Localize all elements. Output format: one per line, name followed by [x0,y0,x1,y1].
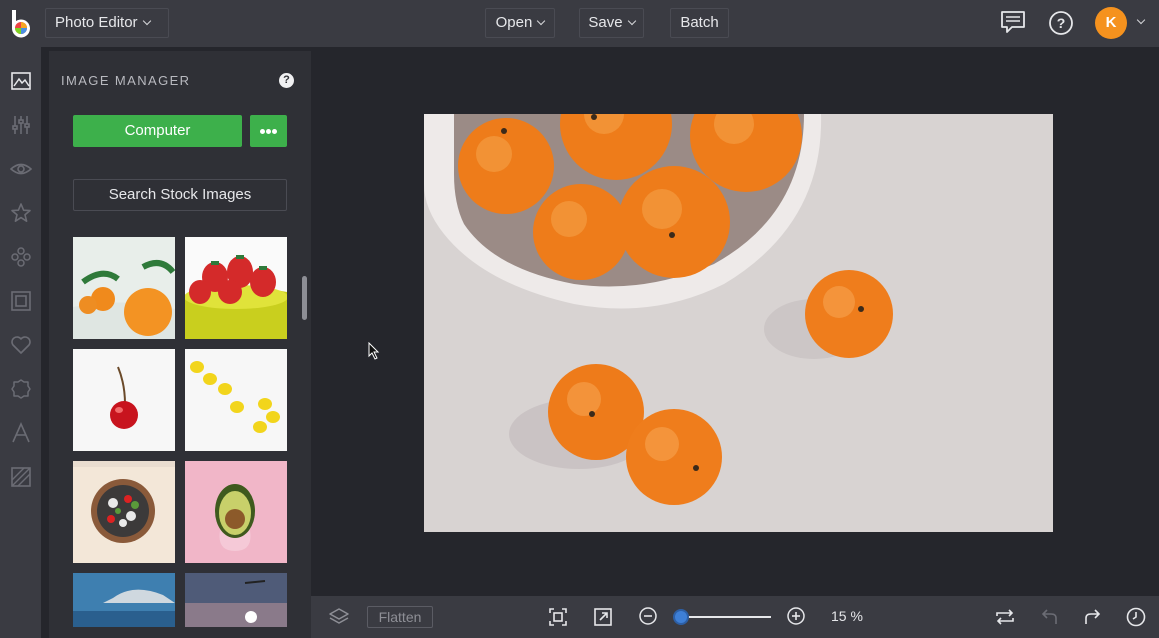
thumbnail-cherry[interactable] [73,349,175,451]
undo-icon[interactable] [1039,607,1059,627]
thumbnail-salad-bowl[interactable] [73,461,175,563]
flatten-button[interactable]: Flatten [367,606,433,628]
zoom-out-icon[interactable] [639,607,657,625]
zoom-slider-track[interactable] [681,616,771,618]
actual-size-icon[interactable] [593,607,613,627]
history-icon[interactable] [1126,607,1146,627]
zoom-slider-handle[interactable] [673,609,689,625]
swap-icon[interactable] [994,607,1016,627]
save-menu-button[interactable]: Save [579,8,644,38]
chevron-down-icon [142,16,151,26]
more-dot-icon [266,129,271,134]
more-dot-icon [260,129,265,134]
image-manager-panel: IMAGE MANAGER ? Computer Search Stock Im… [49,51,311,638]
texture-icon[interactable] [10,466,32,488]
zoom-level: 15 % [831,608,863,624]
open-menu-button[interactable]: Open [485,8,555,38]
svg-text:?: ? [1057,15,1066,31]
graphics-icon[interactable] [10,246,32,268]
thumbnail-street-lamp[interactable] [185,573,287,627]
text-icon[interactable] [10,422,32,444]
panel-title: IMAGE MANAGER [61,73,191,88]
thumbnail-lemons[interactable] [185,349,287,451]
open-label: Open [495,14,533,31]
mouse-cursor-icon [368,342,380,360]
canvas-image[interactable] [424,114,1053,532]
computer-upload-button[interactable]: Computer [73,115,242,147]
save-label: Save [588,14,623,31]
panel-scrollbar[interactable] [302,276,307,320]
frame-icon[interactable] [10,290,32,312]
thumbnail-avocado[interactable] [185,461,287,563]
avatar[interactable]: K [1095,7,1127,39]
redo-icon[interactable] [1083,607,1103,627]
more-dot-icon [272,129,277,134]
top-bar: Photo Editor Open Save Batch ? K [0,0,1159,47]
bottom-toolbar: Flatten 15 % [311,596,1159,638]
star-icon[interactable] [10,202,32,224]
fit-to-screen-icon[interactable] [548,607,568,627]
eye-icon[interactable] [10,158,32,180]
tool-sidebar [0,47,41,638]
search-stock-button[interactable]: Search Stock Images [73,179,287,211]
app-switcher-menu[interactable]: Photo Editor [45,8,169,38]
panel-help-icon[interactable]: ? [279,73,294,88]
batch-button[interactable]: Batch [670,8,729,38]
chevron-down-icon [627,16,636,26]
badge-icon[interactable] [10,378,32,400]
logo-icon[interactable] [6,8,36,38]
heart-icon[interactable] [10,334,32,356]
thumbnail-beach-sky[interactable] [73,573,175,627]
more-sources-button[interactable] [250,115,287,147]
image-manager-icon[interactable] [10,70,32,92]
chevron-down-icon[interactable] [1136,15,1146,25]
zoom-in-icon[interactable] [787,607,805,625]
chat-icon[interactable] [1000,10,1026,36]
layers-icon[interactable] [328,607,350,627]
adjust-icon[interactable] [10,114,32,136]
thumbnail-strawberries[interactable] [185,237,287,339]
app-switcher-label: Photo Editor [55,14,138,31]
thumbnail-oranges[interactable] [73,237,175,339]
batch-label: Batch [680,14,719,31]
chevron-down-icon [537,16,546,26]
help-icon[interactable]: ? [1048,10,1074,36]
